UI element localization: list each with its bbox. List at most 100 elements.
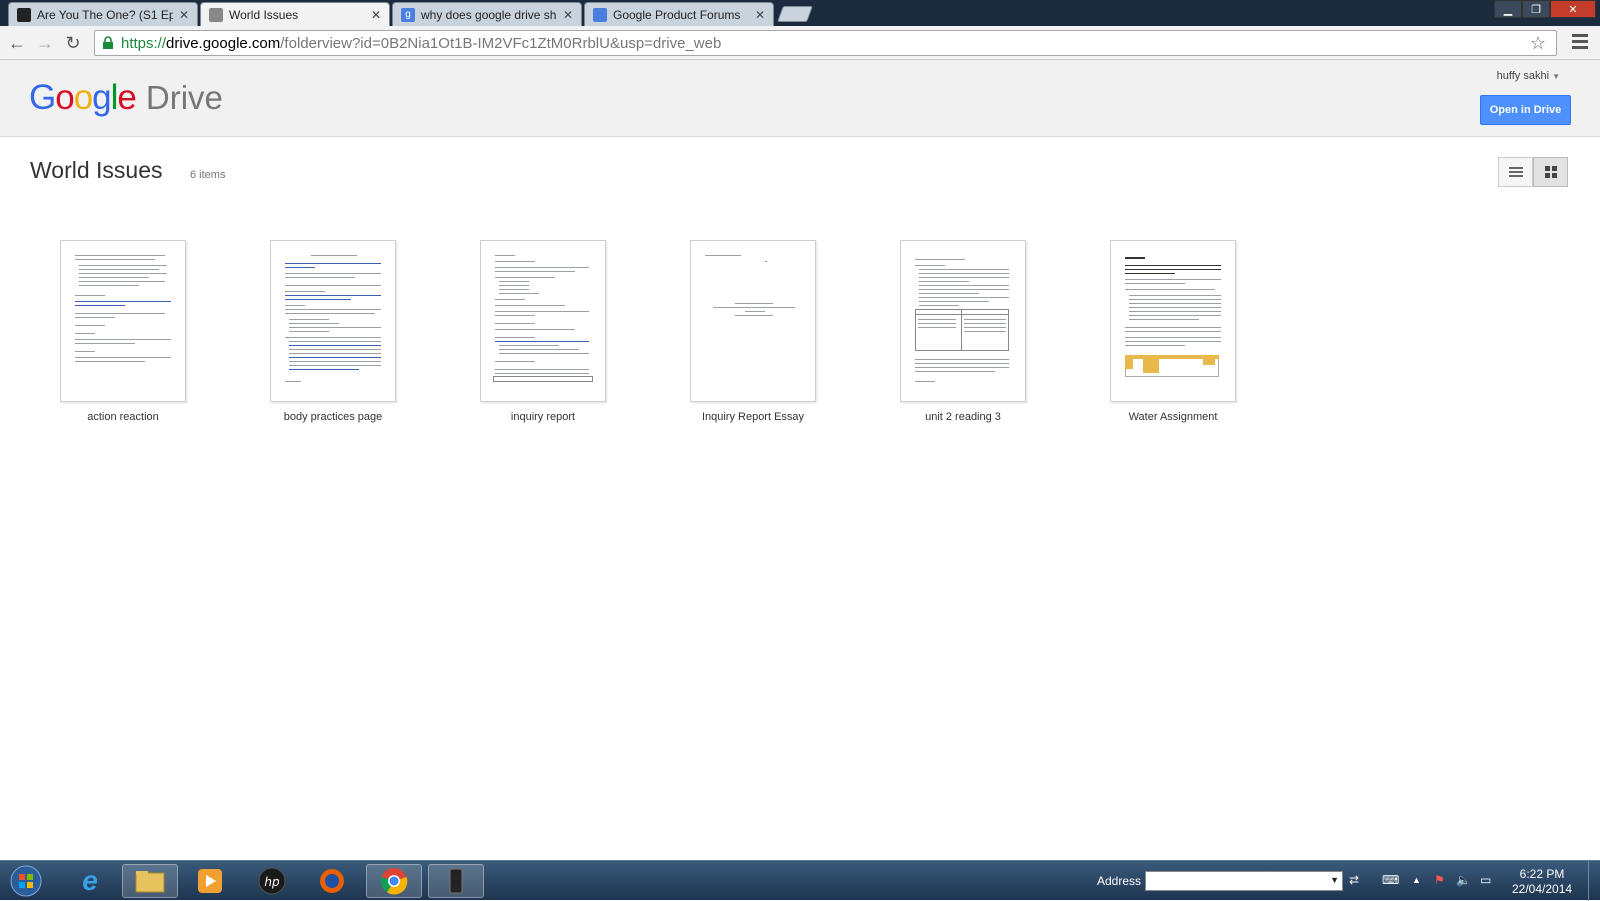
file-unit-2-reading-3[interactable]: unit 2 reading 3 [858, 240, 1068, 423]
device-icon [449, 868, 463, 894]
logo-letter: o [55, 78, 74, 117]
close-tab-icon[interactable]: ✕ [371, 8, 381, 22]
file-name: Inquiry Report Essay [701, 411, 805, 423]
file-explorer-taskbar-button[interactable] [122, 864, 178, 898]
address-toolbar-input[interactable]: ▼ [1145, 871, 1343, 891]
account-menu[interactable]: huffy sakhi ▼ [1497, 70, 1560, 82]
item-count: 6 items [190, 169, 226, 181]
internet-explorer-icon: e [82, 865, 98, 896]
chevron-down-icon: ▼ [1552, 72, 1560, 81]
firefox-taskbar-button[interactable] [304, 864, 360, 898]
drive-header: Google Drive huffy sakhi ▼ Open in Drive [0, 60, 1600, 137]
google-icon: g [401, 7, 415, 22]
open-in-drive-button[interactable]: Open in Drive [1480, 95, 1571, 125]
file-name: body practices page [283, 411, 383, 423]
document-thumbnail [270, 240, 396, 402]
media-player-icon [198, 869, 222, 893]
address-bar[interactable]: https://drive.google.com/folderview?id=0… [94, 30, 1557, 56]
close-tab-icon[interactable]: ✕ [179, 8, 189, 22]
windows-taskbar: e hp Address ▼ ⇄ ⌨ ▲ ⚑ 🔈 ▭ 6:22 PM 22/04… [0, 860, 1600, 901]
svg-text:hp: hp [264, 875, 280, 889]
tab-world-issues[interactable]: World Issues ✕ [200, 2, 390, 26]
chevron-down-icon[interactable]: ▼ [1330, 875, 1339, 885]
document-thumbnail [690, 240, 816, 402]
google-drive-logo[interactable]: Google Drive [29, 78, 223, 118]
grid-view-button[interactable] [1533, 157, 1568, 187]
tab-title: World Issues [229, 7, 299, 22]
tab-google-product-forums[interactable]: Google Product Forums ✕ [584, 2, 774, 26]
reload-icon[interactable]: ↻ [62, 32, 84, 54]
bookmark-star-icon[interactable]: ☆ [1530, 33, 1546, 54]
back-icon[interactable]: ← [6, 32, 28, 54]
media-player-taskbar-button[interactable] [182, 864, 238, 898]
file-inquiry-report[interactable]: inquiry report [438, 240, 648, 423]
tab-are-you-the-one[interactable]: Are You The One? (S1 Ep ✕ [8, 2, 198, 26]
forward-icon[interactable]: → [34, 32, 56, 54]
browser-toolbar: ← → ↻ https://drive.google.com/foldervie… [0, 26, 1600, 60]
url-path: /folderview?id=0B2Nia1Ot1B-IM2VFc1ZtM0Rr… [280, 34, 722, 52]
volume-icon[interactable]: 🔈 [1456, 873, 1471, 887]
view-toggle [1498, 157, 1568, 187]
logo-letter: o [73, 78, 93, 117]
go-arrows-icon[interactable]: ⇄ [1349, 873, 1359, 887]
logo-letter: g [92, 78, 111, 117]
tab-why-does-google-drive[interactable]: g why does google drive sh ✕ [392, 2, 582, 26]
firefox-icon [320, 869, 344, 893]
close-tab-icon[interactable]: ✕ [755, 8, 765, 22]
list-view-button[interactable] [1498, 157, 1533, 187]
grid-view-icon [1544, 166, 1557, 178]
hp-icon: hp [258, 867, 286, 895]
file-body-practices-page[interactable]: body practices page [228, 240, 438, 423]
logo-letter: e [117, 78, 136, 117]
clock-time: 6:22 PM [1519, 867, 1565, 881]
url-host: drive.google.com [166, 34, 281, 52]
file-inquiry-report-essay[interactable]: Inquiry Report Essay [648, 240, 858, 423]
folder-icon [209, 7, 223, 22]
logo-letter: G [29, 78, 56, 117]
file-name: action reaction [87, 411, 159, 423]
minimize-button[interactable]: ▁ [1494, 0, 1522, 18]
hp-taskbar-button[interactable]: hp [244, 864, 300, 898]
chrome-icon [380, 868, 408, 895]
user-name: huffy sakhi [1496, 70, 1550, 82]
document-thumbnail [60, 240, 186, 402]
network-icon[interactable]: ▭ [1480, 873, 1491, 887]
folder-icon [135, 871, 165, 893]
action-center-flag-icon[interactable]: ⚑ [1434, 873, 1445, 887]
keyboard-icon[interactable]: ⌨ [1382, 873, 1399, 887]
url-scheme: https:// [121, 34, 167, 52]
document-thumbnail [900, 240, 1026, 402]
mtv-icon [17, 7, 31, 22]
show-desktop-button[interactable] [1588, 861, 1600, 901]
folder-title: World Issues [30, 157, 163, 183]
close-tab-icon[interactable]: ✕ [563, 8, 573, 22]
forums-icon [593, 7, 607, 22]
tab-title: why does google drive sh [421, 7, 557, 22]
clock-date: 22/04/2014 [1512, 882, 1573, 896]
restore-button[interactable]: ❐ [1522, 0, 1550, 18]
list-view-icon [1508, 167, 1523, 177]
file-name: unit 2 reading 3 [925, 411, 1001, 423]
tab-title: Google Product Forums [613, 7, 741, 22]
file-name: inquiry report [510, 411, 576, 423]
document-thumbnail [480, 240, 606, 402]
drive-wordmark: Drive [145, 79, 223, 116]
new-tab-button[interactable] [777, 6, 813, 22]
file-name: Water Assignment [1128, 411, 1218, 423]
file-water-assignment[interactable]: Water Assignment [1068, 240, 1278, 423]
file-action-reaction[interactable]: action reaction [18, 240, 228, 423]
document-thumbnail [1110, 240, 1236, 402]
chrome-menu-icon[interactable] [1572, 34, 1588, 52]
device-taskbar-button[interactable] [428, 864, 484, 898]
address-toolbar-label: Address [1097, 874, 1142, 888]
start-button[interactable] [2, 864, 50, 898]
show-hidden-icons-icon[interactable]: ▲ [1412, 875, 1421, 885]
tab-strip: Are You The One? (S1 Ep ✕ World Issues ✕… [0, 0, 1600, 26]
internet-explorer-taskbar-button[interactable]: e [62, 864, 118, 898]
lock-icon [103, 36, 113, 49]
close-window-button[interactable]: ✕ [1550, 0, 1596, 18]
system-clock[interactable]: 6:22 PM 22/04/2014 [1512, 867, 1572, 897]
windows-logo-icon [10, 865, 42, 897]
chrome-taskbar-button[interactable] [366, 864, 422, 898]
tab-title: Are You The One? (S1 Ep [37, 7, 173, 22]
